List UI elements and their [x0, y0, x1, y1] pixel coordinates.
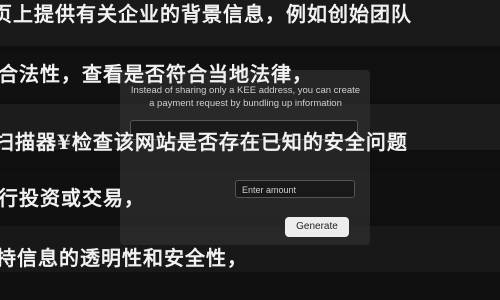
overlay-text-line-2: 合法性，查看是否符合当地法律， — [0, 62, 313, 86]
payment-request-card: Instead of sharing only a KEE address, y… — [120, 70, 370, 245]
generate-button[interactable]: Generate — [285, 217, 349, 237]
overlay-text-line-5: 持信息的透明性和安全性， — [0, 246, 248, 270]
overlay-text-line-1: 页上提供有关企业的背景信息，例如创始团队 — [0, 2, 412, 26]
amount-input[interactable]: Enter amount — [235, 180, 355, 198]
card-description: Instead of sharing only a KEE address, y… — [130, 85, 361, 109]
overlay-text-line-3: 扫描器¥检查该网站是否存在已知的安全问题 — [0, 130, 408, 154]
overlay-text-line-4: 行投资或交易， — [0, 186, 145, 210]
